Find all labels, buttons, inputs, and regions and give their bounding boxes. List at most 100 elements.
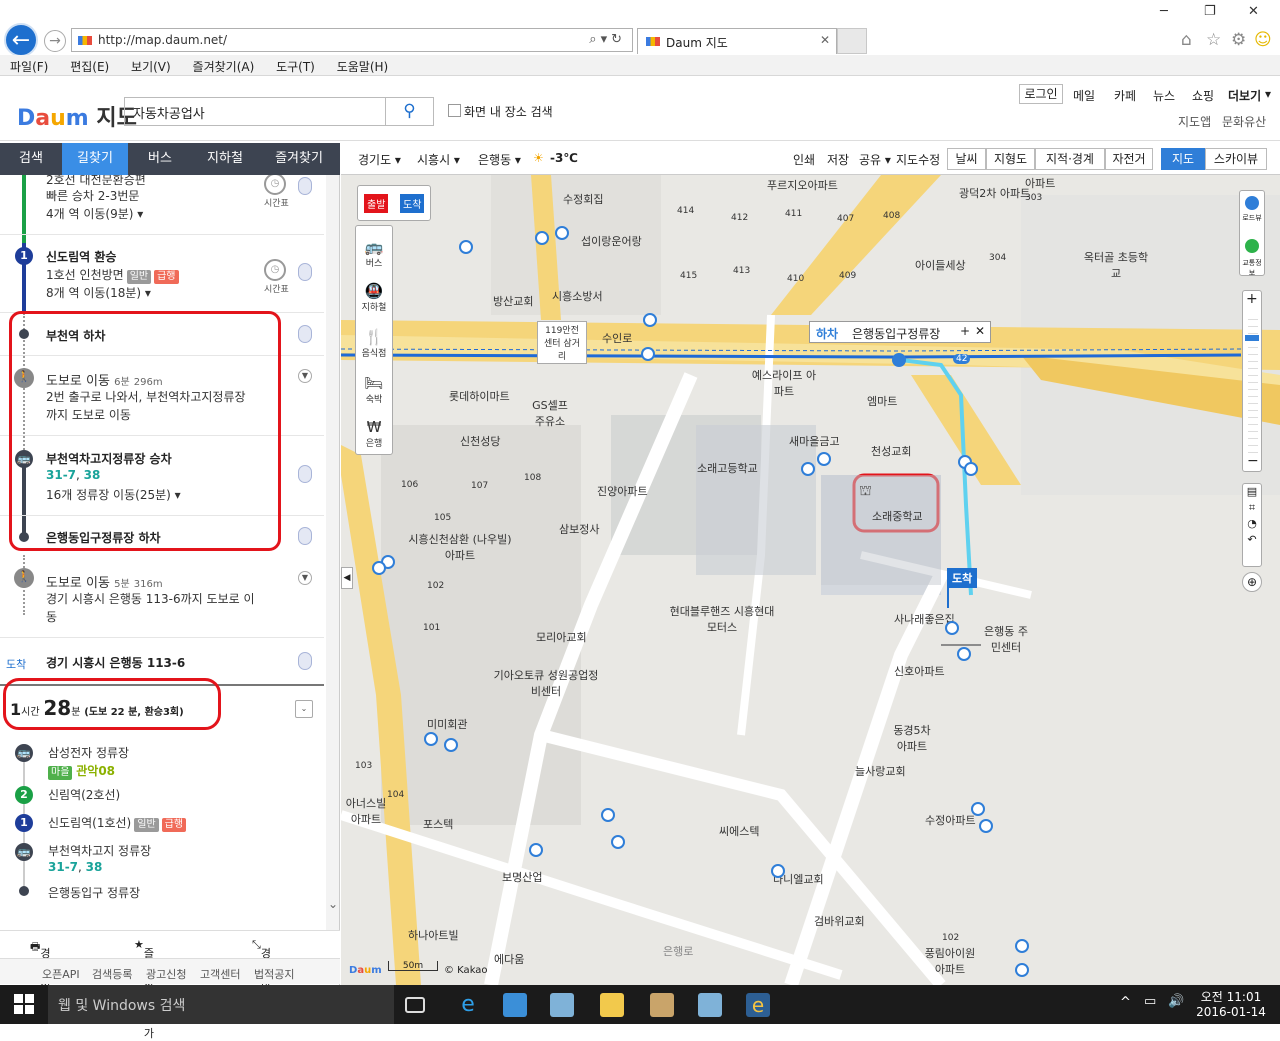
link-ad[interactable]: 광고신청: [146, 966, 186, 982]
bus-stop-icon[interactable]: [1015, 963, 1029, 977]
bus-stop-icon[interactable]: [529, 843, 543, 857]
forward-button[interactable]: →: [44, 30, 66, 52]
start-button[interactable]: 출발: [364, 194, 389, 213]
ruler-icon[interactable]: ▤: [1243, 484, 1261, 500]
zoom-slider[interactable]: [1248, 313, 1258, 453]
link-heritage[interactable]: 문화유산: [1222, 113, 1266, 130]
scroll-down-icon[interactable]: ⌄: [328, 897, 338, 911]
daum-logo[interactable]: Daum 지도: [17, 100, 137, 132]
tab-close-icon[interactable]: ✕: [820, 33, 830, 47]
bus-stop-icon[interactable]: [459, 240, 473, 254]
area-search-checkbox[interactable]: [448, 104, 461, 117]
edit-map-button[interactable]: 지도수정: [896, 151, 940, 168]
menu-edit[interactable]: 편집(E): [60, 55, 117, 75]
bus-stop-icon[interactable]: [424, 732, 438, 746]
app-icon[interactable]: [698, 993, 722, 1017]
search-input[interactable]: 자동차공업사: [124, 97, 386, 126]
crumb-city[interactable]: 시흥시 ▾: [417, 151, 460, 168]
end-button[interactable]: 도착: [400, 194, 425, 213]
bus-stop-icon[interactable]: [964, 462, 978, 476]
weather-temp[interactable]: -3℃: [550, 151, 578, 165]
home-icon[interactable]: ⌂: [1181, 30, 1192, 50]
popup-close-icon[interactable]: ✕: [975, 324, 985, 338]
zoom-out-button[interactable]: −: [1247, 453, 1259, 469]
notification-icon[interactable]: ▭: [1144, 994, 1156, 1009]
save-button[interactable]: 저장: [827, 151, 849, 168]
tray-chevron-icon[interactable]: ^: [1120, 995, 1131, 1010]
congestion-icon[interactable]: [298, 325, 312, 343]
expand-icon[interactable]: ▼: [298, 369, 312, 383]
menu-help[interactable]: 도움말(H): [327, 55, 397, 75]
system-clock[interactable]: 오전 11:01 2016-01-14: [1196, 988, 1266, 1019]
step1-move[interactable]: 8개 역 이동(18분) ▾: [46, 284, 151, 301]
link-mail[interactable]: 메일: [1073, 87, 1095, 104]
view-map[interactable]: 지도: [1161, 148, 1205, 170]
tab-favorites[interactable]: 즐겨찾기: [258, 143, 340, 175]
volume-icon[interactable]: 🔊: [1168, 994, 1184, 1009]
tab-search[interactable]: 검색: [0, 143, 62, 175]
subway-category-button[interactable]: 🚇 지하철: [356, 282, 392, 313]
close-window-button[interactable]: ✕: [1248, 4, 1259, 19]
crumb-province[interactable]: 경기도 ▾: [358, 151, 401, 168]
link-news[interactable]: 뉴스: [1153, 87, 1175, 104]
store-icon[interactable]: [503, 993, 527, 1017]
tab-bus[interactable]: 버스: [128, 143, 192, 175]
share-button[interactable]: 공유 ▾: [859, 151, 891, 168]
view-skyview[interactable]: 스카이뷰: [1205, 148, 1267, 170]
windows-start-icon[interactable]: [14, 994, 34, 1014]
radius-icon[interactable]: ◔: [1243, 516, 1261, 532]
link-map-app[interactable]: 지도앱: [1178, 113, 1211, 130]
bank-category-button[interactable]: ₩ 은행: [356, 418, 392, 449]
bus-category-button[interactable]: 🚌 버스: [356, 238, 392, 269]
menu-file[interactable]: 파일(F): [0, 55, 56, 75]
print-button[interactable]: 인쇄: [793, 151, 815, 168]
expand-icon[interactable]: ▼: [298, 571, 312, 585]
map-popup[interactable]: 하차 은행동입구정류장 + ✕: [809, 321, 991, 343]
restore-button[interactable]: ❐: [1204, 4, 1216, 19]
congestion-icon[interactable]: [298, 177, 312, 195]
layer-weather[interactable]: 날씨: [947, 148, 986, 170]
internet-explorer-icon[interactable]: e: [746, 993, 770, 1017]
panel-scrollbar[interactable]: [326, 175, 339, 930]
taskbar-search[interactable]: 웹 및 Windows 검색: [48, 985, 394, 1024]
new-tab-button[interactable]: [837, 28, 867, 54]
login-button[interactable]: 로그인: [1019, 84, 1063, 104]
smiley-icon[interactable]: ☺: [1254, 30, 1272, 50]
back-button[interactable]: ←: [4, 23, 38, 57]
link-shopping[interactable]: 쇼핑: [1192, 87, 1214, 104]
bus-stop-icon[interactable]: [979, 819, 993, 833]
bus-stop-icon[interactable]: [801, 462, 815, 476]
layer-terrain[interactable]: 지형도: [986, 148, 1035, 170]
map-canvas[interactable]: 푸르지오아파트 광덕2차 아파트 아파트 수정회집 섭이랑운어랑 옥터골 초등학…: [341, 175, 1280, 985]
food-category-button[interactable]: 🍴 음식점: [356, 328, 392, 359]
link-open-api[interactable]: 오픈API: [42, 966, 80, 982]
traffic-icon[interactable]: [1245, 239, 1259, 253]
step0-move[interactable]: 4개 역 이동(9분) ▾: [46, 205, 143, 222]
timetable-icon[interactable]: ◷: [264, 259, 286, 281]
more-chevron-icon[interactable]: ▾: [1265, 87, 1271, 101]
route-overview-button[interactable]: ⤡ 경로 한눈에: [252, 938, 271, 1024]
bus-stop-icon[interactable]: [444, 738, 458, 752]
tab-route[interactable]: 길찾기: [62, 143, 128, 175]
bus-stop-selected-icon[interactable]: [892, 353, 906, 367]
undo-icon[interactable]: ↶: [1243, 532, 1261, 548]
tab-subway[interactable]: 지하철: [192, 143, 258, 175]
search-button[interactable]: ⚲: [386, 97, 434, 126]
menu-favorites[interactable]: 즐겨찾기(A): [183, 55, 263, 75]
print-route-button[interactable]: 🖶 경로인쇄: [30, 938, 51, 1008]
bus-stop-icon[interactable]: [945, 621, 959, 635]
bus-stop-icon[interactable]: [817, 452, 831, 466]
crumb-dong[interactable]: 은행동 ▾: [478, 151, 521, 168]
bus-stop-icon[interactable]: [771, 864, 785, 878]
link-cafe[interactable]: 카페: [1114, 87, 1136, 104]
address-bar[interactable]: http://map.daum.net/ ⌕▾↻: [71, 28, 633, 52]
menu-view[interactable]: 보기(V): [121, 55, 179, 75]
roadview-icon[interactable]: [1245, 196, 1259, 210]
layer-bike[interactable]: 자전거: [1105, 148, 1153, 170]
app-icon[interactable]: [550, 993, 574, 1017]
bus-stop-icon[interactable]: [641, 347, 655, 361]
bus-stop-icon[interactable]: [372, 561, 386, 575]
settings-gear-icon[interactable]: ⚙: [1231, 30, 1246, 50]
favorites-star-icon[interactable]: ☆: [1206, 30, 1221, 50]
add-favorite-button[interactable]: ★ 즐겨찾기 추가: [134, 938, 154, 1040]
